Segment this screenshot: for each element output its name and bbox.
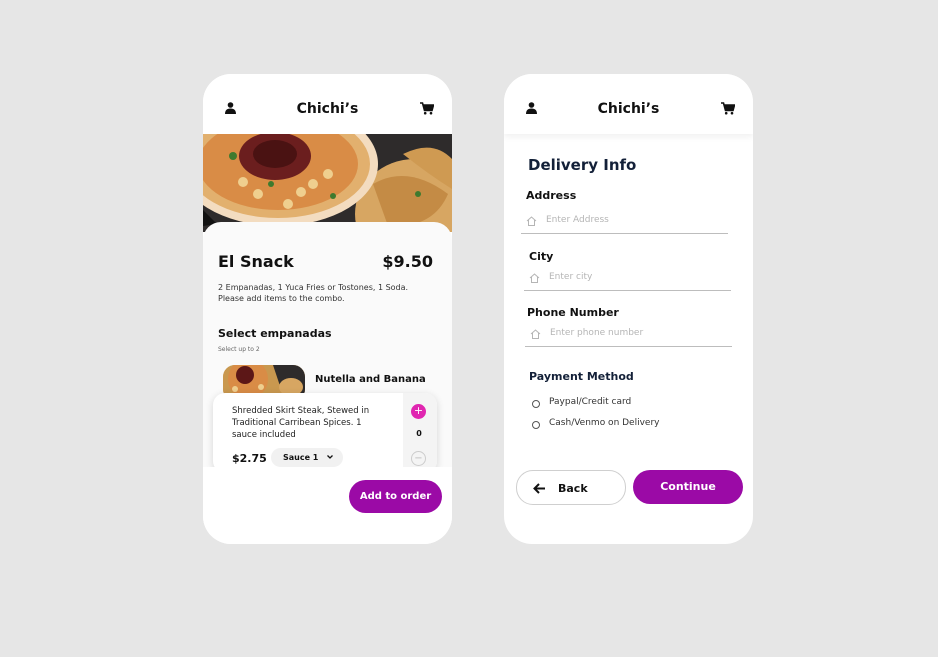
app-header: Chichi’s xyxy=(504,74,753,134)
item-name: El Snack xyxy=(218,252,294,271)
address-placeholder: Enter Address xyxy=(546,215,609,225)
house-icon xyxy=(529,273,540,283)
phone-number-input[interactable]: Enter phone number xyxy=(525,327,732,347)
delivery-screen: Chichi’s Delivery Info Address Enter Add… xyxy=(504,74,753,544)
quantity-stepper: + 0 − xyxy=(403,393,437,473)
empanada-option-card: Shredded Skirt Steak, Stewed in Traditio… xyxy=(213,393,437,473)
radio-paypal[interactable] xyxy=(532,400,540,408)
city-label: City xyxy=(529,250,554,263)
continue-button[interactable]: Continue xyxy=(633,470,743,504)
back-button[interactable]: Back xyxy=(516,470,626,505)
radio-cash-venmo-label: Cash/Venmo on Delivery xyxy=(549,418,660,428)
app-header: Chichi’s xyxy=(203,74,452,134)
chevron-down-icon xyxy=(327,455,333,459)
address-input[interactable]: Enter Address xyxy=(521,214,728,234)
city-input[interactable]: Enter city xyxy=(524,271,731,291)
empanada-description: Shredded Skirt Steak, Stewed in Traditio… xyxy=(232,406,370,440)
address-label: Address xyxy=(526,189,577,202)
cart-icon[interactable] xyxy=(420,102,434,115)
city-placeholder: Enter city xyxy=(549,272,593,282)
select-empanadas-subtitle: Select up to 2 xyxy=(218,346,260,353)
app-title: Chichi’s xyxy=(296,101,359,117)
decrement-button[interactable]: − xyxy=(411,451,426,466)
house-icon xyxy=(526,216,537,226)
select-empanadas-title: Select empanadas xyxy=(218,327,332,340)
quantity-value: 0 xyxy=(416,429,422,438)
house-icon xyxy=(530,329,541,339)
item-price: $9.50 xyxy=(382,252,433,271)
arrow-left-icon xyxy=(533,483,545,494)
increment-button[interactable]: + xyxy=(411,404,426,419)
sauce-selected: Sauce 1 xyxy=(283,453,319,462)
phone-number-placeholder: Enter phone number xyxy=(550,328,644,338)
payment-method-title: Payment Method xyxy=(529,370,634,383)
add-to-order-button[interactable]: Add to order xyxy=(349,480,442,513)
empanada-name: Nutella and Banana xyxy=(315,374,426,385)
order-screen: Chichi’s El Snack $9.50 2 Empanadas, 1 Y… xyxy=(203,74,452,544)
food-hero-image xyxy=(203,134,452,232)
empanada-price: $2.75 xyxy=(232,452,267,465)
sauce-dropdown[interactable]: Sauce 1 xyxy=(271,448,343,467)
radio-cash-venmo[interactable] xyxy=(532,421,540,429)
item-description: 2 Empanadas, 1 Yuca Fries or Tostones, 1… xyxy=(218,283,409,303)
back-label: Back xyxy=(558,482,588,495)
phone-number-label: Phone Number xyxy=(527,306,619,319)
radio-paypal-label: Paypal/Credit card xyxy=(549,397,632,407)
cart-icon[interactable] xyxy=(721,102,735,115)
delivery-info-title: Delivery Info xyxy=(528,156,637,174)
app-title: Chichi’s xyxy=(597,101,660,117)
